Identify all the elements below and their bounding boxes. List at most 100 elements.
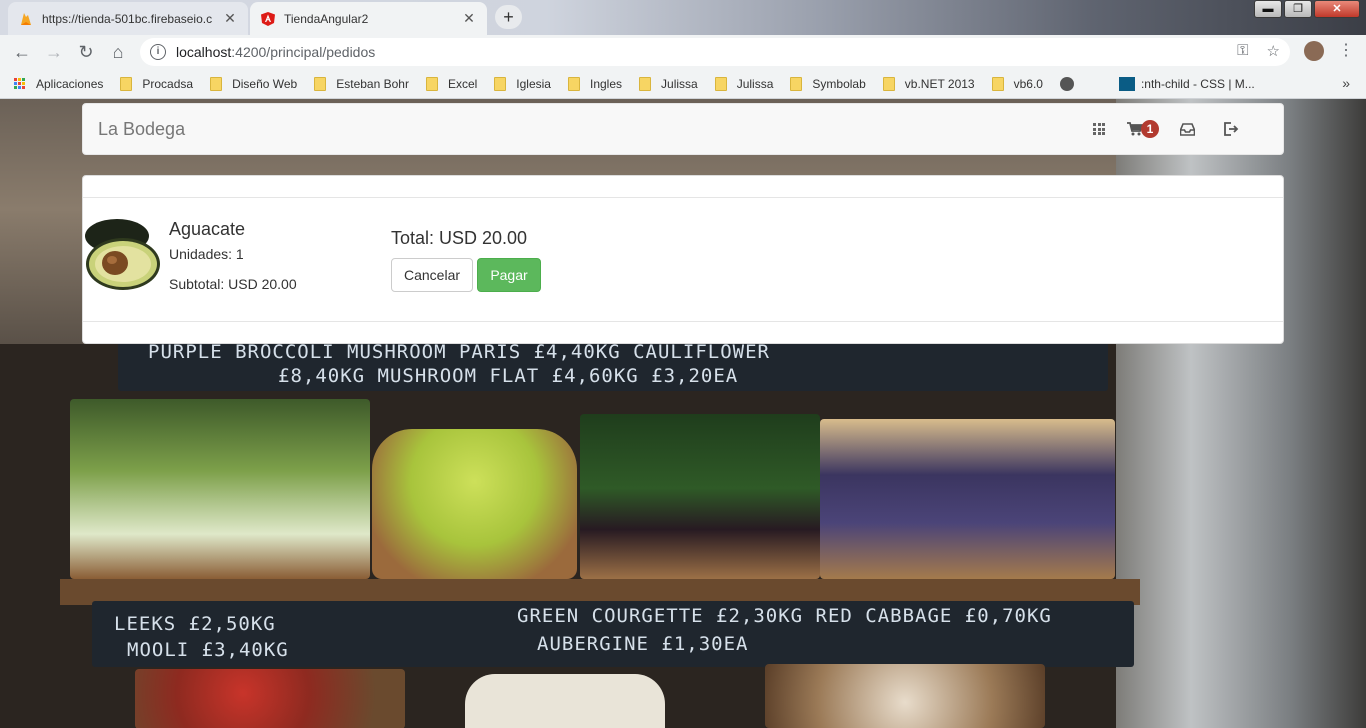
grid-icon [1093, 123, 1105, 135]
home-icon[interactable]: ⌂ [102, 42, 134, 63]
folder-icon [314, 76, 327, 91]
bookmark-label: Julissa [736, 76, 774, 91]
bookmark-folder[interactable]: Esteban Bohr [314, 76, 409, 91]
chalk-text: PURPLE BROCCOLI MUSHROOM PARIS £4,40KG C… [148, 341, 770, 363]
bookmark-folder[interactable]: vb.NET 2013 [882, 76, 975, 91]
menu-kebab-icon[interactable]: ⋮ [1338, 41, 1354, 61]
bookmark-folder[interactable]: Iglesia [494, 76, 551, 91]
bookmarks-overflow-icon[interactable]: » [1342, 75, 1350, 91]
chalk-text: MOOLI £3,40KG [127, 639, 289, 661]
bookmark-folder[interactable]: Julissa [714, 76, 774, 91]
bookmark-label: Iglesia [516, 76, 551, 91]
bookmark-label: Esteban Bohr [336, 76, 409, 91]
folder-icon [567, 76, 580, 91]
chalk-text: GREEN COURGETTE £2,30KG RED CABBAGE £0,7… [517, 605, 1052, 627]
courgette-crate [580, 414, 820, 579]
apps-grid-icon [14, 77, 26, 90]
browser-tab-strip: https://tienda-501bc.firebaseio.c ✕ Tien… [0, 0, 1366, 35]
firebase-icon [21, 12, 31, 25]
bookmark-label: vb.NET 2013 [904, 76, 975, 91]
cabbage-crate [820, 419, 1115, 579]
pay-button[interactable]: Pagar [477, 258, 541, 292]
minimize-button[interactable]: ▬ [1254, 0, 1282, 18]
logout-button[interactable] [1209, 104, 1253, 154]
close-tab-icon[interactable]: ✕ [461, 10, 477, 27]
close-window-button[interactable]: ✕ [1314, 0, 1360, 18]
star-icon[interactable]: ☆ [1267, 42, 1280, 60]
order-panel: Aguacate Unidades: 1 Subtotal: USD 20.00… [82, 175, 1284, 344]
bookmark-folder[interactable]: Julissa [639, 76, 698, 91]
inbox-icon [1179, 122, 1195, 136]
bookmark-label: vb6.0 [1013, 76, 1043, 91]
tab-tiendaangular2[interactable]: TiendaAngular2 ✕ [250, 2, 487, 35]
folder-icon [425, 76, 438, 91]
pepper-basket [135, 669, 405, 728]
url-host: localhost [176, 44, 232, 60]
avocado-image [85, 219, 160, 290]
logout-icon [1224, 122, 1239, 136]
reload-icon[interactable]: ↻ [70, 42, 102, 63]
back-icon[interactable]: ← [6, 42, 38, 63]
brand-title[interactable]: La Bodega [98, 119, 185, 140]
orders-button[interactable] [1165, 104, 1209, 154]
chalk-text: AUBERGINE £1,30EA [537, 633, 749, 655]
bookmark-label: Symbolab [812, 76, 866, 91]
bookmark-folder[interactable]: Diseño Web [210, 76, 298, 91]
maximize-button[interactable]: ❐ [1284, 0, 1312, 18]
site-info-icon[interactable]: i [150, 44, 166, 60]
bookmark-label: Diseño Web [232, 76, 298, 91]
chalk-text: LEEKS £2,50KG [114, 613, 276, 635]
browser-toolbar: ← → ↻ ⌂ i localhost:4200/principal/pedid… [0, 35, 1366, 69]
paper-bag [465, 674, 665, 728]
chalkboard-bottom: LEEKS £2,50KG MOOLI £3,40KG GREEN COURGE… [92, 601, 1134, 667]
product-subtotal: Subtotal: USD 20.00 [169, 276, 297, 292]
products-grid-button[interactable] [1077, 104, 1121, 154]
product-name: Aguacate [169, 219, 246, 239]
folder-icon [494, 76, 507, 91]
bookmark-label: Ingles [589, 76, 623, 91]
folder-icon [714, 76, 727, 91]
close-tab-icon[interactable]: ✕ [222, 10, 238, 27]
bookmark-mdn[interactable]: :nth-child - CSS | M... [1118, 76, 1255, 91]
app-navbar: La Bodega 1 [82, 103, 1284, 155]
bookmark-folder[interactable]: Symbolab [790, 76, 866, 91]
cart-count-badge: 1 [1141, 120, 1159, 138]
bookmarks-bar: Aplicaciones Procadsa Diseño Web Esteban… [0, 69, 1366, 99]
bookmark-globe[interactable] [1059, 76, 1102, 91]
nav-icons: 1 [1077, 104, 1253, 154]
address-bar[interactable]: i localhost:4200/principal/pedidos ⚿ ☆ [140, 38, 1290, 66]
chalk-text: £8,40KG MUSHROOM FLAT £4,60KG £3,20EA [278, 365, 739, 387]
chalkboard-top: PURPLE BROCCOLI MUSHROOM PARIS £4,40KG C… [118, 339, 1108, 391]
tab-firebase[interactable]: https://tienda-501bc.firebaseio.c ✕ [8, 2, 248, 35]
new-tab-button[interactable]: + [495, 5, 522, 29]
key-icon[interactable]: ⚿ [1237, 42, 1248, 60]
panel-header [83, 176, 1283, 198]
folder-icon [210, 76, 223, 91]
cancel-button[interactable]: Cancelar [391, 258, 473, 292]
profile-avatar[interactable] [1304, 41, 1324, 61]
bookmark-apps[interactable]: Aplicaciones [14, 77, 103, 91]
bookmark-label: Aplicaciones [36, 76, 104, 91]
cart-button[interactable]: 1 [1121, 104, 1165, 154]
folder-icon [991, 76, 1004, 91]
bookmark-label: Julissa [661, 76, 698, 91]
tab-title: TiendaAngular2 [284, 11, 369, 26]
folder-icon [790, 76, 803, 91]
globe-icon [1059, 76, 1074, 91]
page-viewport: PURPLE BROCCOLI MUSHROOM PARIS £4,40KG C… [0, 99, 1366, 728]
folder-icon [882, 76, 895, 91]
bookmark-folder[interactable]: Excel [425, 76, 477, 91]
bookmark-label: :nth-child - CSS | M... [1140, 76, 1255, 91]
bookmark-folder[interactable]: Ingles [567, 76, 623, 91]
angular-icon [261, 11, 275, 26]
bookmark-label: Procadsa [142, 76, 194, 91]
window-controls: ▬ ❐ ✕ [1254, 0, 1360, 18]
url-path: :4200/principal/pedidos [231, 44, 376, 60]
forward-icon[interactable]: → [38, 42, 70, 63]
order-total: Total: USD 20.00 [391, 228, 528, 248]
bookmark-folder[interactable]: vb6.0 [991, 76, 1043, 91]
panel-footer [83, 321, 1283, 343]
bookmark-folder[interactable]: Procadsa [120, 76, 194, 91]
mdn-icon [1118, 76, 1135, 91]
mushroom-basket [765, 664, 1045, 728]
